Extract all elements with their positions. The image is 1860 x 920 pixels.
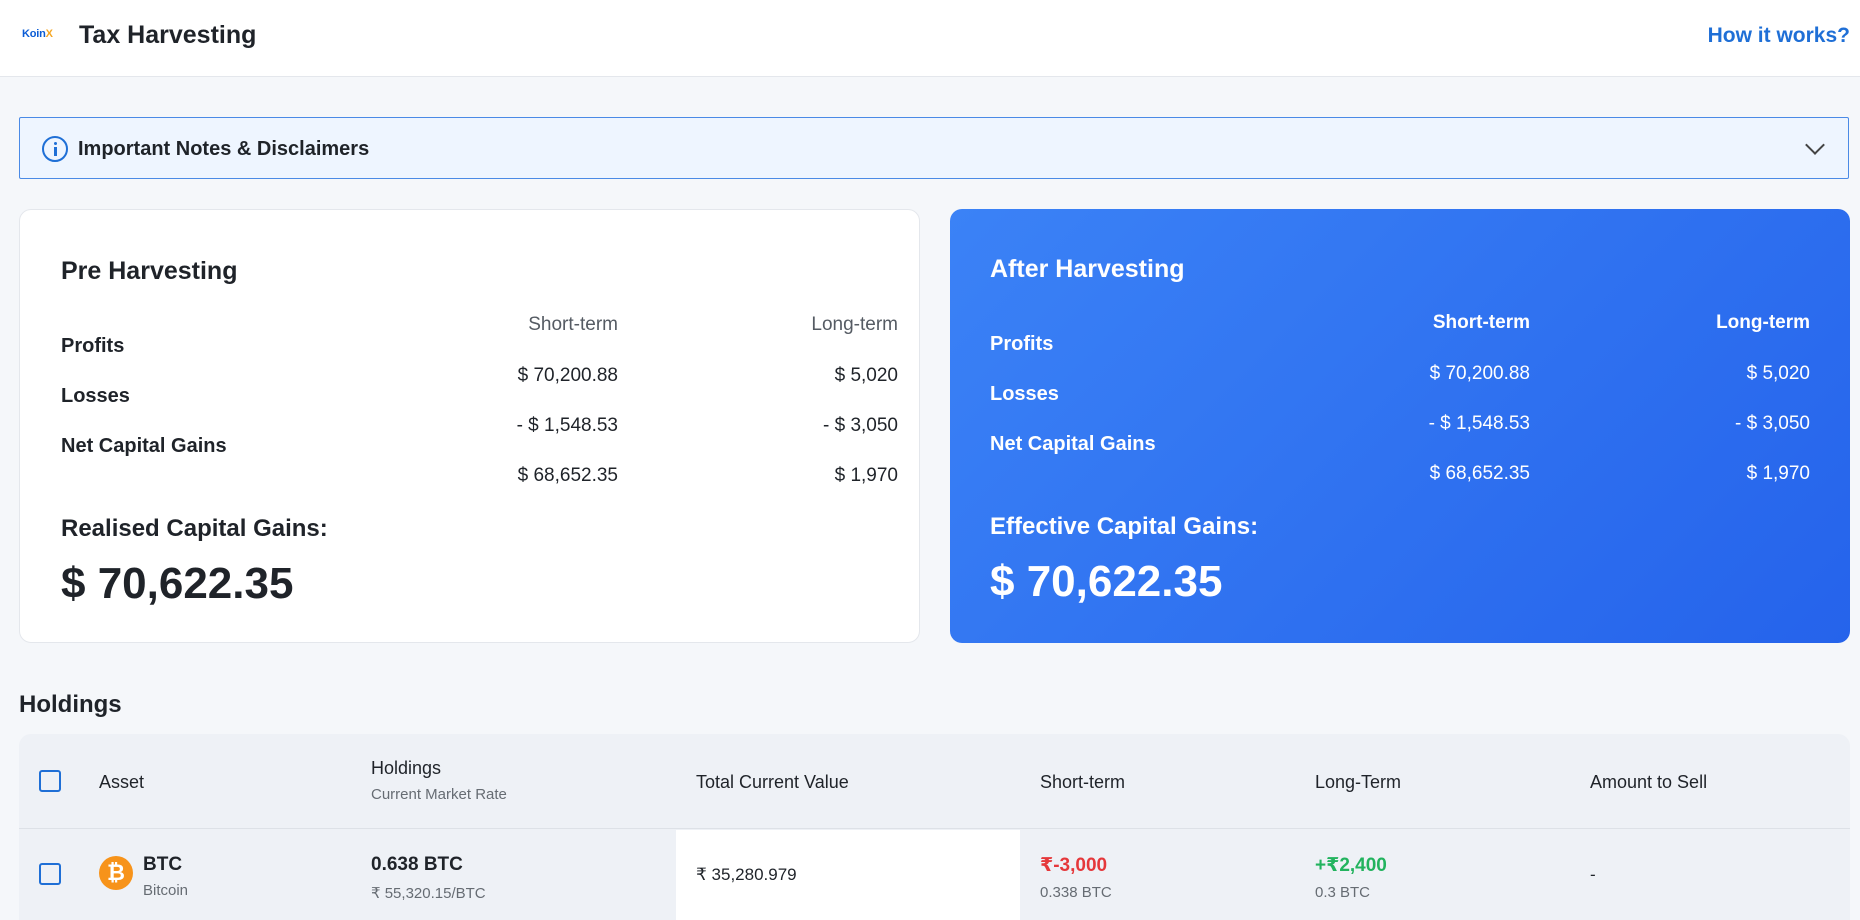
- pre-harvesting-title: Pre Harvesting: [61, 257, 238, 285]
- after-col-short-term: Short-term: [1432, 312, 1530, 333]
- col-short-term[interactable]: Short-term: [1040, 772, 1125, 793]
- holdings-title: Holdings: [19, 691, 122, 718]
- market-rate: ₹ 55,320.15/BTC: [371, 885, 486, 902]
- asset-symbol: BTC: [143, 854, 183, 875]
- amount-to-sell: -: [1590, 865, 1596, 884]
- col-holdings[interactable]: Holdings: [371, 758, 441, 779]
- koinx-logo[interactable]: KoinX: [22, 28, 53, 40]
- pre-net-short: $ 68,652.35: [517, 465, 618, 486]
- after-harvesting-title: After Harvesting: [990, 255, 1185, 283]
- select-all-checkbox[interactable]: [39, 770, 61, 792]
- pre-losses-long: - $ 3,050: [823, 415, 898, 436]
- pre-profits-long: $ 5,020: [834, 365, 898, 386]
- col-holdings-sub: Current Market Rate: [371, 786, 507, 803]
- col-long-term[interactable]: Long-Term: [1315, 772, 1401, 793]
- bitcoin-icon: ₿: [99, 856, 133, 890]
- row-checkbox[interactable]: [39, 863, 61, 885]
- after-row-losses-label: Losses: [990, 383, 1059, 405]
- short-term-qty: 0.338 BTC: [1040, 884, 1112, 901]
- after-row-profits-label: Profits: [990, 333, 1054, 355]
- after-row-net-label: Net Capital Gains: [990, 433, 1156, 455]
- chevron-down-icon[interactable]: [1805, 135, 1825, 155]
- pre-row-profits-label: Profits: [61, 335, 125, 357]
- after-profits-long: $ 5,020: [1746, 363, 1810, 384]
- effective-gains-value: $ 70,622.35: [990, 557, 1223, 606]
- pre-profits-short: $ 70,200.88: [517, 365, 618, 386]
- after-losses-long: - $ 3,050: [1735, 413, 1810, 434]
- effective-gains-label: Effective Capital Gains:: [990, 513, 1259, 540]
- pre-harvesting-card: Pre Harvesting Short-term Long-term Prof…: [19, 209, 920, 643]
- how-it-works-link[interactable]: How it works?: [1708, 24, 1850, 48]
- pre-net-long: $ 1,970: [834, 465, 898, 486]
- col-asset[interactable]: Asset: [99, 772, 144, 793]
- pre-col-long-term: Long-term: [811, 314, 898, 335]
- col-amount-to-sell[interactable]: Amount to Sell: [1590, 772, 1707, 793]
- after-net-long: $ 1,970: [1746, 463, 1810, 484]
- asset-name: Bitcoin: [143, 882, 189, 899]
- disclaimers-label: Important Notes & Disclaimers: [78, 138, 370, 160]
- after-net-short: $ 68,652.35: [1429, 463, 1530, 484]
- disclaimers-accordion[interactable]: Important Notes & Disclaimers: [19, 117, 1849, 179]
- after-losses-short: - $ 1,548.53: [1428, 413, 1530, 434]
- after-profits-short: $ 70,200.88: [1429, 363, 1530, 384]
- col-total-value[interactable]: Total Current Value: [696, 772, 849, 793]
- pre-losses-short: - $ 1,548.53: [516, 415, 618, 436]
- realised-gains-value: $ 70,622.35: [61, 559, 294, 608]
- holdings-amount: 0.638 BTC: [371, 854, 463, 875]
- long-term-qty: 0.3 BTC: [1315, 884, 1371, 901]
- holdings-table: Asset Holdings Current Market Rate Total…: [19, 734, 1850, 920]
- total-current-value: ₹ 35,280.979: [696, 865, 797, 884]
- page-title: Tax Harvesting: [79, 21, 257, 49]
- long-term-gain: +₹2,400: [1315, 855, 1387, 876]
- realised-gains-label: Realised Capital Gains:: [61, 515, 328, 542]
- table-header: Asset Holdings Current Market Rate Total…: [19, 734, 1850, 829]
- table-row[interactable]: ₿ BTC Bitcoin 0.638 BTC ₹ 55,320.15/BTC …: [19, 830, 1850, 920]
- info-icon: [42, 136, 68, 162]
- top-bar: KoinX Tax Harvesting How it works?: [0, 0, 1860, 77]
- after-harvesting-card: After Harvesting Short-term Long-term Pr…: [950, 209, 1850, 643]
- pre-row-losses-label: Losses: [61, 385, 130, 407]
- short-term-gain: ₹-3,000: [1040, 855, 1108, 876]
- pre-row-net-label: Net Capital Gains: [61, 435, 227, 457]
- pre-col-short-term: Short-term: [528, 314, 618, 335]
- after-col-long-term: Long-term: [1716, 312, 1810, 333]
